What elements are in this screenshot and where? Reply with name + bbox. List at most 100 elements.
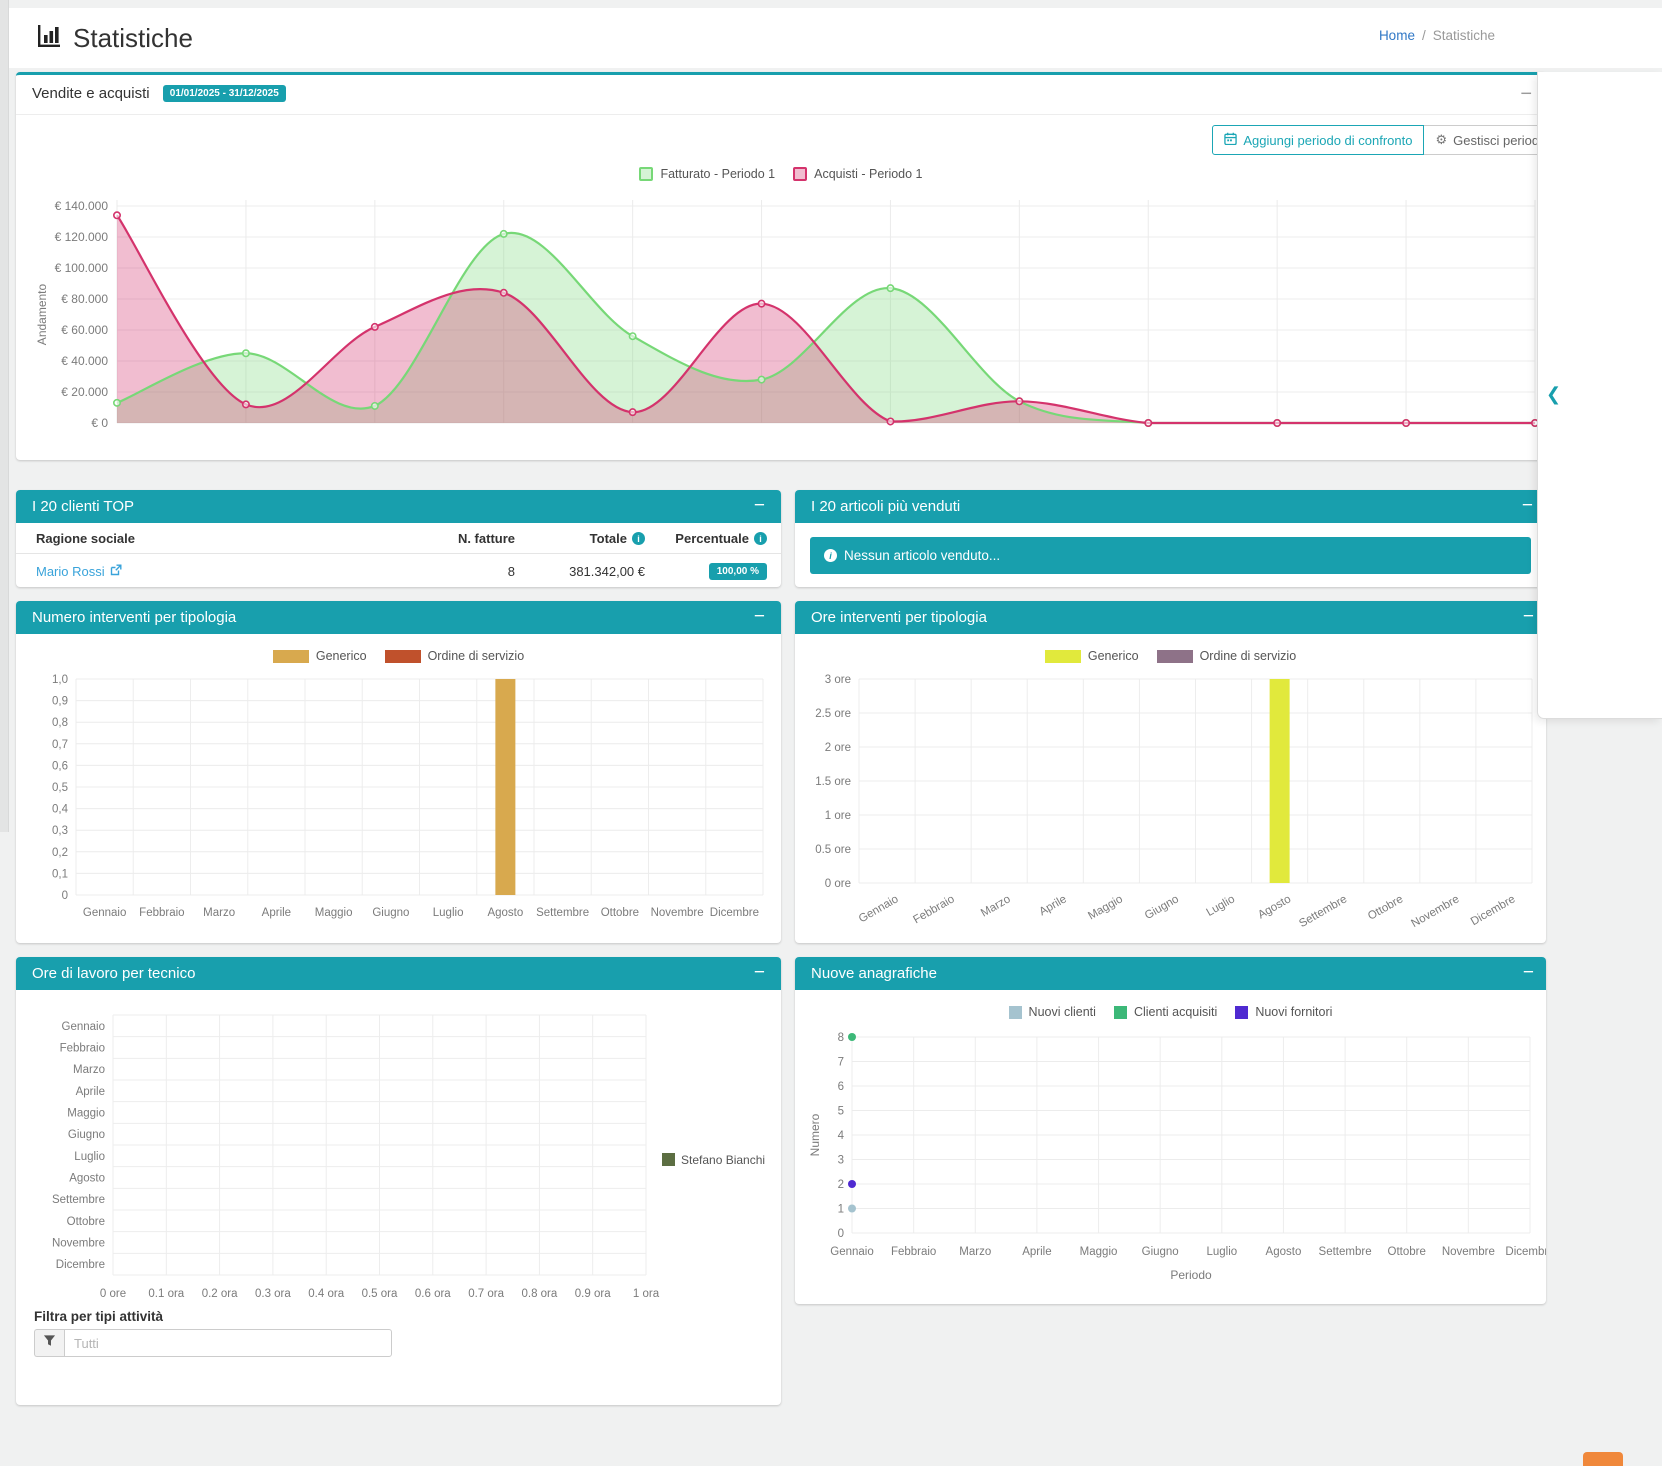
legend-item[interactable]: Acquisti - Periodo 1 — [793, 167, 922, 181]
client-link[interactable]: Mario Rossi — [36, 564, 122, 579]
collapse-button[interactable]: − — [754, 493, 765, 519]
client-totale: 381.342,00 € — [529, 554, 659, 588]
legend-label: Ordine di servizio — [428, 649, 525, 663]
ore-interventi-chart-legend: Generico Ordine di servizio — [795, 649, 1546, 663]
svg-text:Maggio: Maggio — [1080, 1246, 1118, 1258]
svg-text:0,2: 0,2 — [52, 847, 68, 859]
table-row: Mario Rossi 8 381.342,00 € 100,00 % — [16, 554, 781, 588]
svg-text:2 ore: 2 ore — [825, 742, 851, 754]
legend-item[interactable]: Clienti acquisiti — [1114, 1005, 1217, 1019]
legend-item[interactable]: Nuovi clienti — [1009, 1005, 1096, 1019]
collapsed-sidebar-strip — [0, 0, 9, 832]
svg-text:0.3 ora: 0.3 ora — [255, 1288, 291, 1300]
filter-activity-input[interactable] — [64, 1329, 392, 1357]
panel-vendite-title: Vendite e acquisti — [32, 85, 150, 102]
svg-text:6: 6 — [838, 1081, 844, 1093]
collapse-button[interactable]: − — [1523, 604, 1534, 630]
breadcrumb-current: Statistiche — [1433, 28, 1495, 43]
svg-text:Dicembre: Dicembre — [1505, 1246, 1546, 1258]
svg-text:0: 0 — [62, 890, 68, 902]
panel-vendite-heading: Vendite e acquisti 01/01/2025 - 31/12/20… — [16, 75, 1546, 115]
collapse-button[interactable]: − — [1523, 960, 1534, 986]
svg-text:Giugno: Giugno — [372, 907, 409, 919]
legend-swatch — [1045, 650, 1081, 663]
svg-text:1 ore: 1 ore — [825, 810, 851, 822]
anagrafiche-chart: 012345678NumeroGennaioFebbraioMarzoApril… — [795, 1023, 1546, 1295]
panel-ore-interventi-title: Ore interventi per tipologia — [811, 609, 987, 626]
collapse-button[interactable]: − — [1520, 81, 1532, 107]
collapse-button[interactable]: − — [754, 604, 765, 630]
svg-text:Settembre: Settembre — [536, 907, 589, 919]
filter-button[interactable] — [34, 1329, 64, 1357]
svg-text:Luglio: Luglio — [1206, 1246, 1237, 1258]
svg-text:Febbraio: Febbraio — [911, 893, 956, 926]
svg-text:5: 5 — [838, 1106, 844, 1118]
legend-item[interactable]: Ordine di servizio — [385, 649, 525, 663]
svg-text:0,8: 0,8 — [52, 717, 68, 729]
legend-item[interactable]: Nuovi fornitori — [1235, 1005, 1332, 1019]
info-icon[interactable]: i — [754, 532, 767, 545]
legend-swatch — [1157, 650, 1193, 663]
svg-text:0,1: 0,1 — [52, 868, 68, 880]
svg-text:8: 8 — [838, 1032, 844, 1044]
svg-text:Gennaio: Gennaio — [857, 893, 901, 925]
panel-numero-interventi-title: Numero interventi per tipologia — [32, 609, 236, 626]
client-percentuale-badge-cell: 100,00 % — [659, 554, 781, 588]
legend-item[interactable]: Generico — [273, 649, 367, 663]
panel-ore-interventi: Ore interventi per tipologia − Generico O… — [795, 601, 1546, 943]
vendite-toolbar: Aggiungi periodo di confronto ⚙ Gestisci… — [1212, 125, 1546, 155]
calendar-icon — [1224, 132, 1237, 148]
svg-text:€ 100.000: € 100.000 — [55, 261, 109, 275]
svg-text:Dicembre: Dicembre — [1469, 893, 1518, 928]
legend-item[interactable]: Ordine di servizio — [1157, 649, 1297, 663]
panel-ore-lavoro: Ore di lavoro per tecnico − 0 ore0.1 ora… — [16, 957, 781, 1405]
panel-nuove-anagrafiche: Nuove anagrafiche − Nuovi clientiClienti… — [795, 957, 1546, 1304]
legend-item[interactable]: Fatturato - Periodo 1 — [639, 167, 775, 181]
vendite-chart-legend: Fatturato - Periodo 1 Acquisti - Periodo … — [16, 167, 1546, 181]
col-n-fatture: N. fatture — [433, 523, 529, 554]
legend-item[interactable]: Generico — [1045, 649, 1139, 663]
legend-label: Generico — [1088, 649, 1139, 663]
info-icon[interactable]: i — [632, 532, 645, 545]
svg-text:0,3: 0,3 — [52, 825, 68, 837]
legend-label: Fatturato - Periodo 1 — [660, 167, 775, 181]
svg-text:0 ore: 0 ore — [100, 1288, 126, 1300]
percent-badge: 100,00 % — [709, 563, 767, 580]
panel-top-articoli: I 20 articoli più venduti − i Nessun art… — [795, 490, 1546, 587]
svg-text:1 ora: 1 ora — [633, 1288, 660, 1300]
svg-text:Luglio: Luglio — [1204, 893, 1237, 919]
svg-text:1: 1 — [838, 1204, 844, 1216]
svg-text:Marzo: Marzo — [203, 907, 235, 919]
manage-periods-button[interactable]: ⚙ Gestisci periodi — [1424, 125, 1546, 155]
svg-text:0.4 ora: 0.4 ora — [308, 1288, 344, 1300]
svg-text:Dicembre: Dicembre — [710, 907, 759, 919]
floating-action-button[interactable] — [1583, 1452, 1623, 1466]
svg-text:Settembre: Settembre — [52, 1194, 105, 1206]
svg-text:Gennaio: Gennaio — [83, 907, 126, 919]
collapse-button[interactable]: − — [754, 960, 765, 986]
svg-text:Ottobre: Ottobre — [67, 1216, 105, 1228]
svg-text:0.8 ora: 0.8 ora — [521, 1288, 557, 1300]
panel-vendite-acquisti: Vendite e acquisti 01/01/2025 - 31/12/20… — [16, 72, 1546, 460]
svg-text:0.7 ora: 0.7 ora — [468, 1288, 504, 1300]
svg-text:€ 40.000: € 40.000 — [61, 354, 108, 368]
empty-articles-text: Nessun articolo venduto... — [844, 548, 1000, 563]
add-comparison-period-button[interactable]: Aggiungi periodo di confronto — [1212, 125, 1424, 155]
add-comparison-period-label: Aggiungi periodo di confronto — [1243, 133, 1412, 148]
svg-text:Agosto: Agosto — [1266, 1246, 1302, 1258]
panel-top-clienti-title: I 20 clienti TOP — [32, 498, 134, 515]
svg-text:Giugno: Giugno — [1142, 1246, 1179, 1258]
svg-text:0: 0 — [838, 1228, 844, 1240]
collapse-button[interactable]: − — [1522, 493, 1533, 519]
svg-text:Agosto: Agosto — [1256, 893, 1293, 921]
breadcrumb-home-link[interactable]: Home — [1379, 28, 1415, 43]
svg-text:0.6 ora: 0.6 ora — [415, 1288, 451, 1300]
svg-text:2: 2 — [838, 1179, 844, 1191]
chevron-left-icon[interactable]: ❮ — [1546, 384, 1561, 405]
svg-text:Novembre: Novembre — [1409, 893, 1461, 930]
svg-text:0.9 ora: 0.9 ora — [575, 1288, 611, 1300]
svg-text:0.2 ora: 0.2 ora — [202, 1288, 238, 1300]
svg-text:€ 0: € 0 — [91, 416, 108, 430]
period-badge: 01/01/2025 - 31/12/2025 — [163, 85, 286, 102]
svg-text:Numero: Numero — [808, 1113, 822, 1156]
